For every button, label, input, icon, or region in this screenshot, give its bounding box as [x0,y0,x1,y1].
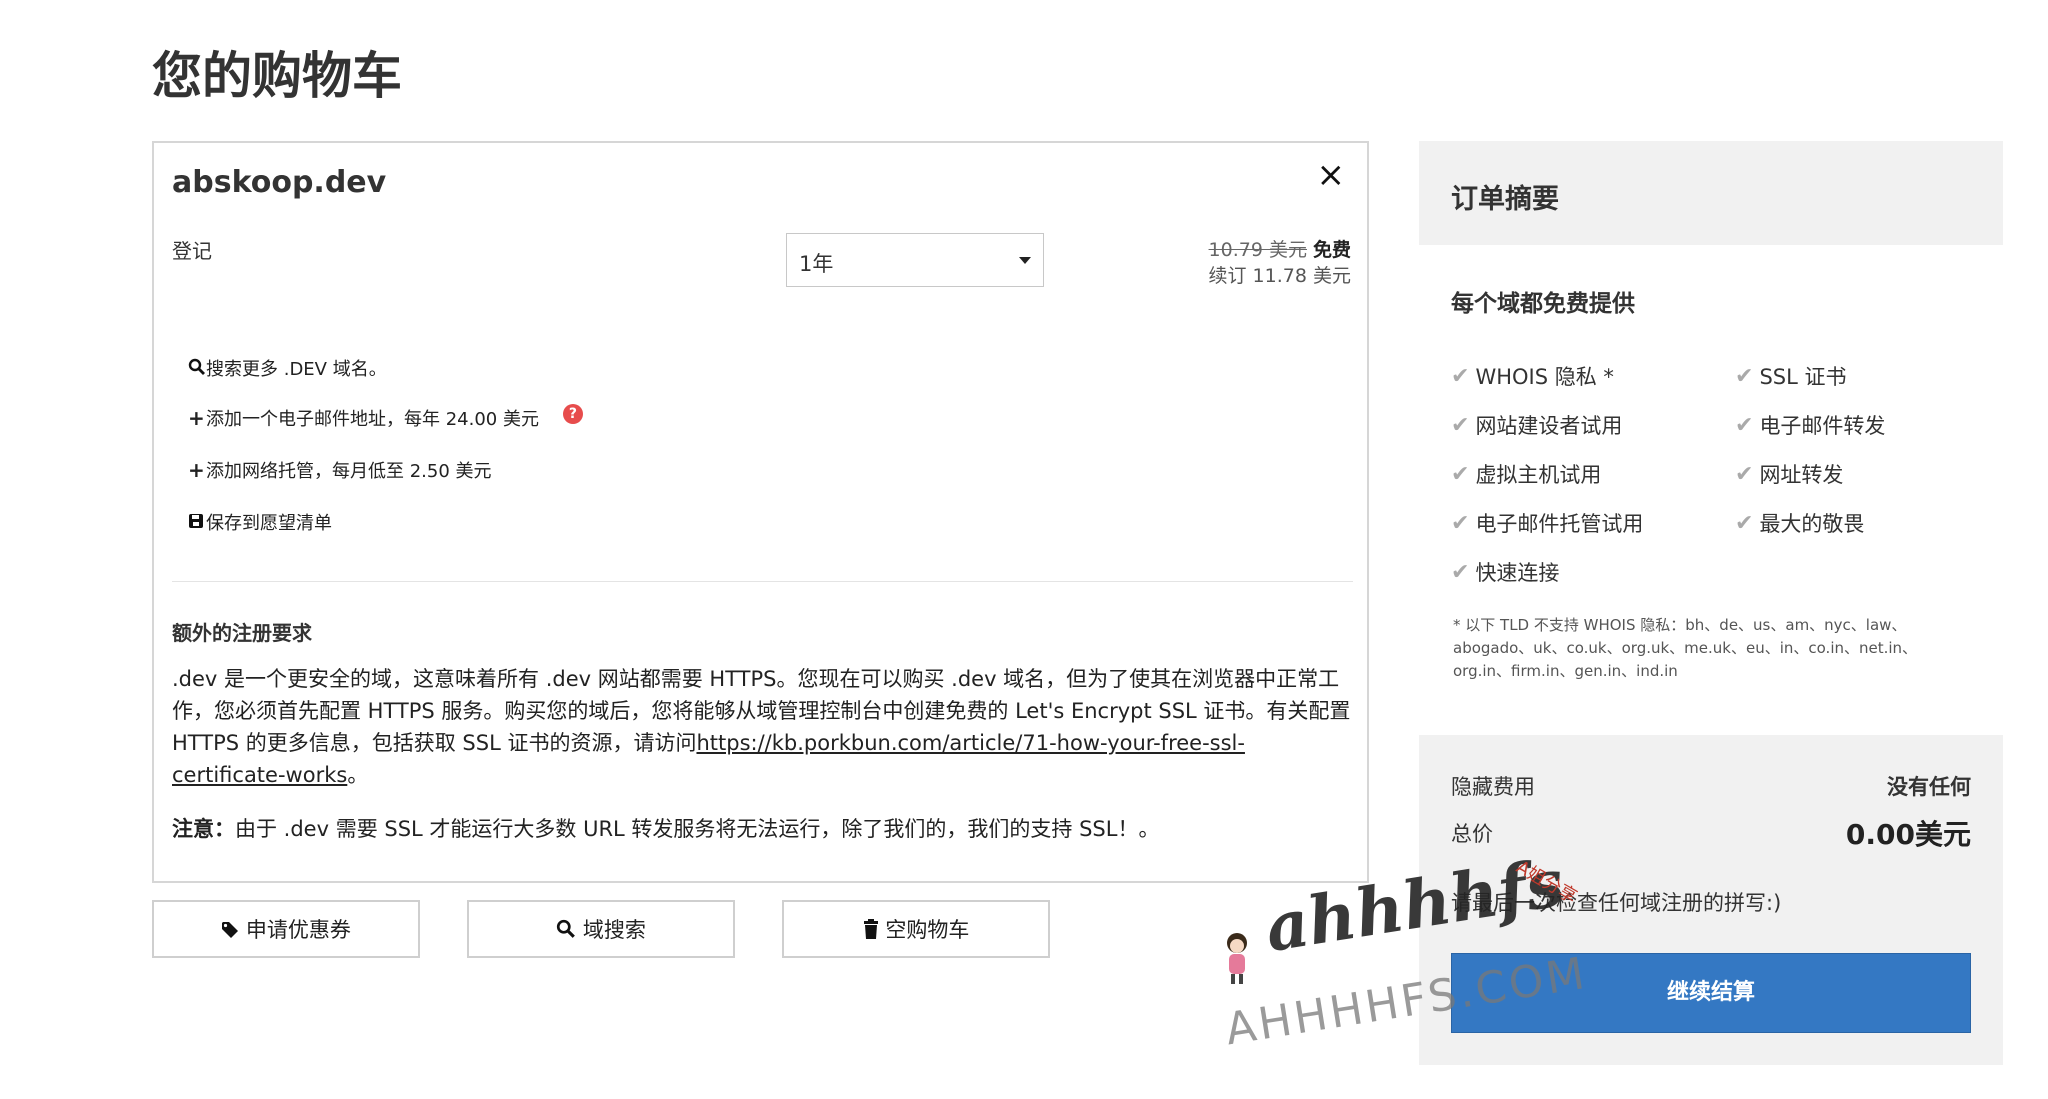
divider [172,581,1353,582]
add-hosting-link[interactable]: + 添加网络托管，每月低至 2.50 美元 [188,457,492,483]
original-price: 10.79 美元 [1208,239,1307,261]
order-summary-title: 订单摘要 [1451,184,1559,215]
empty-cart-label: 空购物车 [885,918,970,942]
registration-label: 登记 [172,239,212,263]
perk-item: ✔ 电子邮件托管试用 [1451,510,1644,537]
save-wishlist-label: 保存到愿望清单 [206,513,332,534]
check-icon: ✔ [1451,559,1470,585]
check-icon: ✔ [1735,363,1754,389]
perk-item: ✔ 最大的敬畏 [1735,510,1865,537]
add-email-label: 添加一个电子邮件地址，每年 24.00 美元 [206,409,539,430]
requirements-text: .dev 是一个更安全的域，这意味着所有 .dev 网站都需要 HTTPS。您现… [172,663,1352,791]
renewal-price: 续订 11.78 美元 [1208,265,1351,287]
coupon-button[interactable]: 申请优惠券 [152,900,420,958]
perks-title: 每个域都免费提供 [1451,291,1635,317]
total-label: 总价 [1451,822,1493,846]
perk-item: ✔ SSL 证书 [1735,363,1847,390]
term-select[interactable]: 1年 [786,233,1044,287]
check-icon: ✔ [1735,461,1754,487]
total-value: 0.00美元 [1845,818,1971,851]
perk-item: ✔ WHOIS 隐私 * [1451,363,1614,390]
perk-item: ✔ 快速连接 [1451,559,1560,586]
plus-icon: + [188,406,205,430]
close-icon[interactable]: × [1317,155,1346,195]
save-icon [188,513,206,531]
tag-icon [221,918,246,942]
order-summary-header: 订单摘要 [1419,141,2003,245]
search-more-label: 搜索更多 .DEV 域名。 [206,359,387,380]
note: 注意：由于 .dev 需要 SSL 才能运行大多数 URL 转发服务将无法运行，… [172,813,1159,843]
perk-item: ✔ 电子邮件转发 [1735,412,1886,439]
hidden-fees-value: 没有任何 [1887,775,1971,799]
save-wishlist-link[interactable]: 保存到愿望清单 [188,509,332,535]
search-more-link[interactable]: 搜索更多 .DEV 域名。 [188,355,387,381]
check-icon: ✔ [1735,510,1754,536]
domain-search-button[interactable]: 域搜索 [467,900,735,958]
mascot-watermark [1227,933,1247,984]
check-icon: ✔ [1451,363,1470,389]
free-price: 免费 [1312,239,1351,261]
price-block: 10.79 美元 免费 续订 11.78 美元 [1209,237,1351,289]
perk-item: ✔ 虚拟主机试用 [1451,461,1602,488]
requirements-end: 。 [347,763,369,787]
search-icon [188,358,206,378]
domain-search-label: 域搜索 [582,918,646,942]
empty-cart-button[interactable]: 空购物车 [782,900,1050,958]
add-hosting-label: 添加网络托管，每月低至 2.50 美元 [206,461,492,482]
page-title: 您的购物车 [152,47,402,105]
check-icon: ✔ [1735,412,1754,438]
note-label: 注意： [172,817,235,841]
help-icon[interactable]: ? [562,404,583,424]
perk-item: ✔ 网站建设者试用 [1451,412,1623,439]
hidden-fees-label: 隐藏费用 [1451,775,1535,799]
add-email-link[interactable]: + 添加一个电子邮件地址，每年 24.00 美元 ? [188,404,583,431]
check-icon: ✔ [1451,510,1470,536]
requirements-title: 额外的注册要求 [172,621,312,645]
plus-icon: + [188,458,205,482]
search-icon [556,918,583,942]
cart-item-panel: abskoop.dev × 登记 1年 10.79 美元 免费 续订 11.78 … [152,141,1369,883]
perk-item: ✔ 网址转发 [1735,461,1844,488]
coupon-label: 申请优惠券 [245,918,351,942]
trash-icon [863,918,886,942]
domain-name: abskoop.dev [172,165,387,200]
check-icon: ✔ [1451,412,1470,438]
chevron-down-icon [1019,257,1031,264]
whois-footnote: * 以下 TLD 不支持 WHOIS 隐私：bh、de、us、am、nyc、la… [1453,616,1918,680]
check-icon: ✔ [1451,461,1470,487]
term-select-value: 1年 [799,252,834,276]
note-text: 由于 .dev 需要 SSL 才能运行大多数 URL 转发服务将无法运行，除了我… [235,817,1160,841]
